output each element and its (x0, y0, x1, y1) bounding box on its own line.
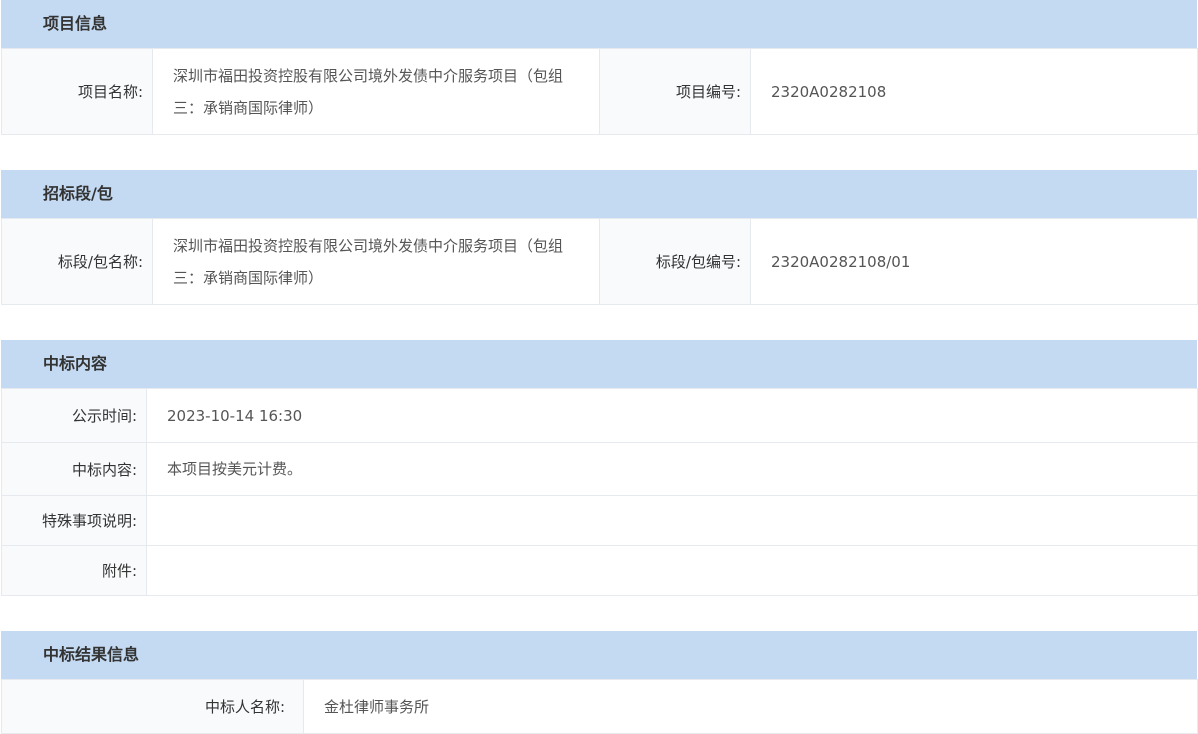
section-header: 项目信息 (1, 0, 1197, 48)
award-content-value: 本项目按美元计费。 (146, 442, 1198, 496)
attachment-label: 附件: (1, 545, 147, 596)
attachment-value (146, 545, 1198, 596)
special-notes-label: 特殊事项说明: (1, 495, 147, 546)
bid-code-value: 2320A0282108/01 (750, 218, 1198, 305)
project-code-value: 2320A0282108 (750, 48, 1198, 135)
project-info-table: 项目名称: 深圳市福田投资控股有限公司境外发债中介服务项目（包组三：承销商国际律… (1, 48, 1198, 135)
winner-name-label: 中标人名称: (1, 679, 304, 734)
bid-section-table: 标段/包名称: 深圳市福田投资控股有限公司境外发债中介服务项目（包组三：承销商国… (1, 218, 1198, 305)
bid-code-label: 标段/包编号: (599, 218, 751, 305)
project-info-section: 项目信息 项目名称: 深圳市福田投资控股有限公司境外发债中介服务项目（包组三：承… (1, 0, 1198, 135)
award-content-section: 中标内容 公示时间: 2023-10-14 16:30 中标内容: 本项目按美元… (1, 340, 1198, 596)
project-name-label: 项目名称: (1, 48, 153, 135)
award-content-label: 中标内容: (1, 442, 147, 496)
award-content-table: 公示时间: 2023-10-14 16:30 中标内容: 本项目按美元计费。 特… (1, 388, 1198, 596)
section-header: 中标内容 (1, 340, 1197, 388)
project-code-label: 项目编号: (599, 48, 751, 135)
bid-name-label: 标段/包名称: (1, 218, 153, 305)
project-name-value: 深圳市福田投资控股有限公司境外发债中介服务项目（包组三：承销商国际律师） (152, 48, 600, 135)
bid-name-value: 深圳市福田投资控股有限公司境外发债中介服务项目（包组三：承销商国际律师） (152, 218, 600, 305)
bid-section-section: 招标段/包 标段/包名称: 深圳市福田投资控股有限公司境外发债中介服务项目（包组… (1, 170, 1198, 305)
award-result-section: 中标结果信息 中标人名称: 金杜律师事务所 (1, 631, 1198, 734)
award-result-table: 中标人名称: 金杜律师事务所 (1, 679, 1198, 734)
publish-time-value: 2023-10-14 16:30 (146, 388, 1198, 443)
section-header: 中标结果信息 (1, 631, 1197, 679)
special-notes-value (146, 495, 1198, 546)
publish-time-label: 公示时间: (1, 388, 147, 443)
section-header: 招标段/包 (1, 170, 1197, 218)
winner-name-value: 金杜律师事务所 (303, 679, 1198, 734)
